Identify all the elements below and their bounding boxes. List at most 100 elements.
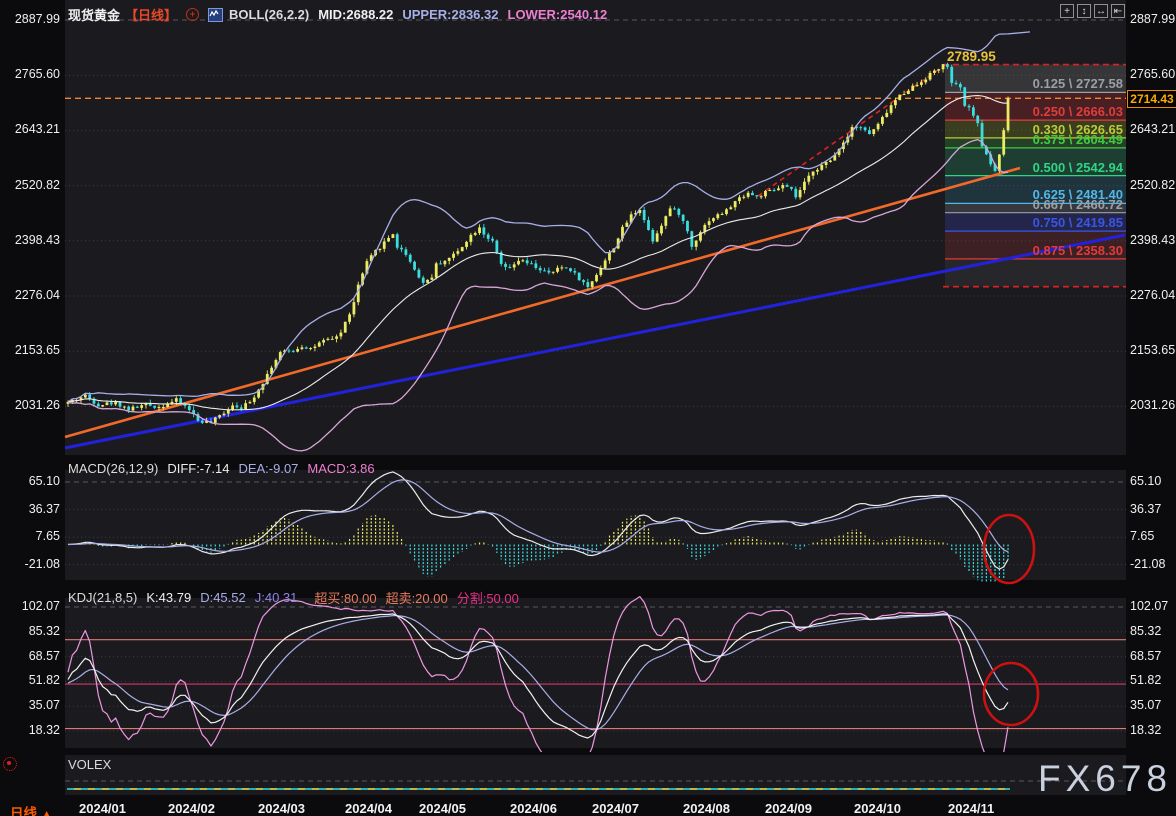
candle[interactable] <box>820 165 823 170</box>
candle[interactable] <box>214 417 217 422</box>
candle[interactable] <box>396 234 399 247</box>
candle[interactable] <box>734 201 737 207</box>
candle[interactable] <box>695 241 698 247</box>
snap-right-icon[interactable]: ⇤ <box>1111 4 1125 18</box>
candle[interactable] <box>218 415 221 417</box>
candle[interactable] <box>435 263 438 277</box>
bottom-period-label[interactable]: 日线 <box>10 806 37 816</box>
candle[interactable] <box>340 333 343 337</box>
candle[interactable] <box>439 263 442 264</box>
candle[interactable] <box>894 100 897 105</box>
candle[interactable] <box>764 191 767 196</box>
candle[interactable] <box>236 405 239 407</box>
candle[interactable] <box>465 242 468 247</box>
candle[interactable] <box>643 210 646 220</box>
candle[interactable] <box>331 339 334 340</box>
candle[interactable] <box>790 187 793 189</box>
candle[interactable] <box>123 407 126 408</box>
candle[interactable] <box>942 64 945 69</box>
candle[interactable] <box>933 71 936 73</box>
candle[interactable] <box>413 262 416 270</box>
candle[interactable] <box>547 271 550 273</box>
candle[interactable] <box>318 343 321 347</box>
candle[interactable] <box>166 404 169 407</box>
candle[interactable] <box>530 263 533 264</box>
kdj-params-label[interactable]: KDJ(21,8,5) <box>68 590 137 605</box>
candle[interactable] <box>140 405 143 408</box>
candle[interactable] <box>452 254 455 258</box>
candle[interactable] <box>136 407 139 408</box>
candle[interactable] <box>543 270 546 271</box>
candle[interactable] <box>903 94 906 95</box>
candle[interactable] <box>573 271 576 273</box>
candle[interactable] <box>807 176 810 182</box>
candle[interactable] <box>677 209 680 215</box>
chart-type-icon[interactable] <box>208 8 223 22</box>
candle[interactable] <box>539 268 542 270</box>
candle[interactable] <box>660 226 663 234</box>
candle[interactable] <box>84 395 87 398</box>
bottom-period-selector[interactable]: 日线 ▲ <box>10 802 53 816</box>
candle[interactable] <box>508 267 511 268</box>
candle[interactable] <box>504 264 507 267</box>
candle[interactable] <box>773 190 776 191</box>
candle[interactable] <box>474 233 477 235</box>
candle[interactable] <box>158 407 161 408</box>
candle[interactable] <box>487 235 490 239</box>
candle[interactable] <box>534 263 537 268</box>
candle[interactable] <box>877 124 880 129</box>
candle[interactable] <box>110 402 113 404</box>
candle[interactable] <box>799 190 802 197</box>
candle[interactable] <box>461 247 464 251</box>
candle[interactable] <box>552 272 555 273</box>
candle[interactable] <box>786 185 789 187</box>
indicator-settings-icon[interactable]: + <box>186 8 199 21</box>
candle[interactable] <box>569 268 572 271</box>
crosshair-icon[interactable]: + <box>1060 4 1074 18</box>
candle[interactable] <box>578 273 581 281</box>
candle[interactable] <box>101 405 104 406</box>
candle[interactable] <box>322 340 325 342</box>
candle[interactable] <box>582 280 585 282</box>
candle[interactable] <box>240 407 243 409</box>
candle[interactable] <box>868 130 871 134</box>
candle[interactable] <box>335 336 338 338</box>
candle[interactable] <box>656 233 659 241</box>
candle[interactable] <box>379 249 382 250</box>
candle[interactable] <box>301 347 304 349</box>
candle[interactable] <box>682 215 685 221</box>
candle[interactable] <box>591 281 594 287</box>
candle[interactable] <box>309 348 312 349</box>
candle[interactable] <box>916 85 919 86</box>
candle[interactable] <box>478 227 481 233</box>
candle[interactable] <box>712 218 715 221</box>
candle[interactable] <box>794 189 797 197</box>
candle[interactable] <box>249 402 252 403</box>
candle[interactable] <box>825 162 828 165</box>
candle[interactable] <box>673 208 676 209</box>
candle[interactable] <box>482 227 485 234</box>
candle[interactable] <box>127 407 130 411</box>
candle[interactable] <box>781 185 784 188</box>
candle[interactable] <box>911 86 914 91</box>
candle[interactable] <box>729 207 732 209</box>
candle[interactable] <box>88 395 91 399</box>
period-tag[interactable]: 【日线】 <box>125 5 177 24</box>
candle[interactable] <box>179 398 182 403</box>
candle[interactable] <box>97 404 100 407</box>
candle[interactable] <box>521 260 524 261</box>
candle[interactable] <box>625 223 628 227</box>
candle[interactable] <box>292 351 295 352</box>
candle[interactable] <box>387 238 390 241</box>
candle[interactable] <box>885 113 888 117</box>
zoom-horizontal-icon[interactable]: ↔ <box>1094 4 1108 18</box>
candle[interactable] <box>231 405 234 409</box>
candle[interactable] <box>686 221 689 231</box>
candle[interactable] <box>803 182 806 190</box>
candle[interactable] <box>560 267 563 268</box>
candle[interactable] <box>608 252 611 260</box>
candle[interactable] <box>188 406 191 410</box>
candle[interactable] <box>738 197 741 201</box>
candle[interactable] <box>556 268 559 272</box>
candle[interactable] <box>604 260 607 268</box>
